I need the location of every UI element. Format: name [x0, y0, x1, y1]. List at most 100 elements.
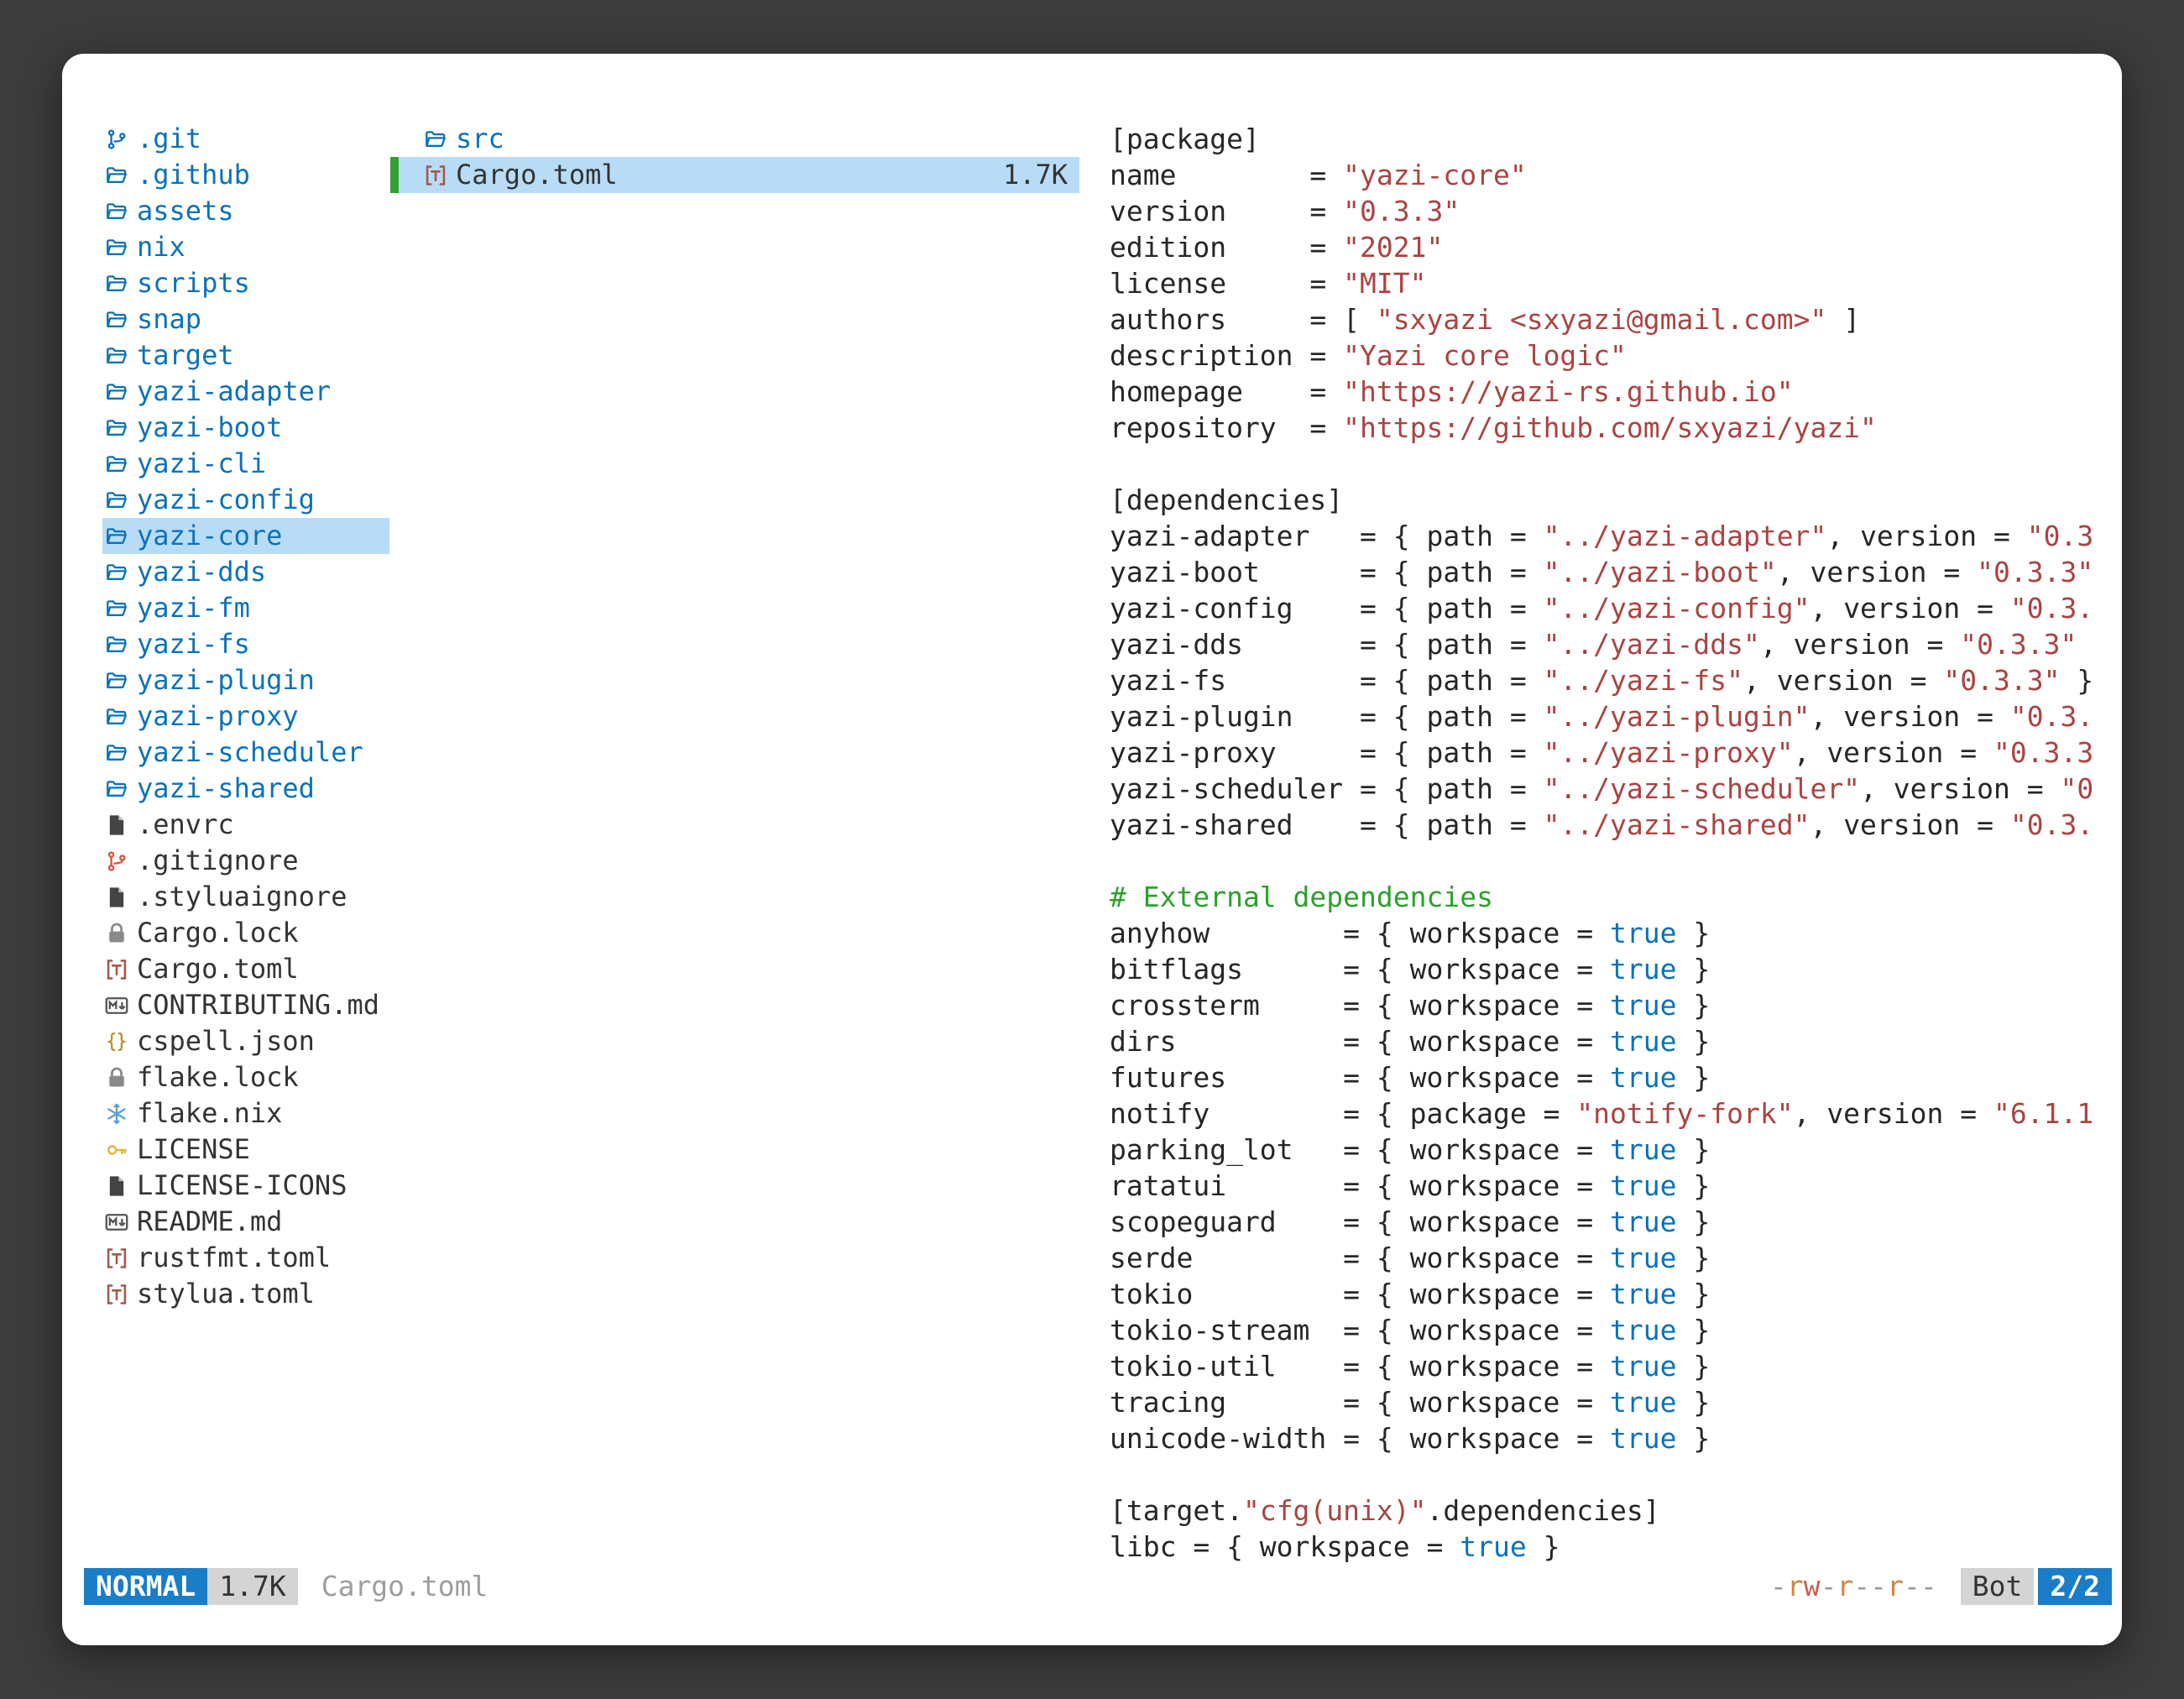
- preview-line: yazi-scheduler = { path = "../yazi-sched…: [1110, 771, 2113, 807]
- gitignore-icon: [105, 850, 137, 873]
- parent-file-row[interactable]: .envrc: [102, 807, 389, 843]
- file-name: target: [137, 337, 234, 374]
- parent-file-row[interactable]: .github: [102, 157, 389, 193]
- preview-line: [1110, 446, 2113, 482]
- parent-file-row[interactable]: snap: [102, 301, 389, 337]
- preview-line: anyhow = { workspace = true }: [1110, 915, 2113, 951]
- git-icon: [105, 128, 137, 151]
- file-name: .gitignore: [137, 843, 299, 879]
- file-name: Cargo.lock: [137, 915, 299, 951]
- preview-line: version = "0.3.3": [1110, 193, 2113, 229]
- current-file-row[interactable]: Cargo.toml 1.7K: [390, 157, 1079, 193]
- preview-line: yazi-proxy = { path = "../yazi-proxy", v…: [1110, 734, 2113, 771]
- file-name: yazi-shared: [137, 771, 315, 807]
- preview-line: futures = { workspace = true }: [1110, 1059, 2113, 1095]
- file-name: stylua.toml: [137, 1276, 315, 1312]
- parent-file-row[interactable]: yazi-shared: [102, 771, 389, 807]
- parent-file-row[interactable]: README.md: [102, 1204, 389, 1240]
- lock-icon: [105, 1066, 137, 1090]
- parent-file-row[interactable]: flake.nix: [102, 1095, 389, 1132]
- file-size: 1.7K: [1003, 157, 1068, 193]
- folder-icon: [105, 633, 137, 656]
- file-name: .envrc: [137, 807, 234, 843]
- file-name: Cargo.toml: [137, 951, 299, 987]
- parent-file-row[interactable]: yazi-dds: [102, 554, 389, 590]
- parent-file-row[interactable]: cspell.json: [102, 1023, 389, 1059]
- parent-file-row[interactable]: Cargo.lock: [102, 915, 389, 951]
- parent-file-row[interactable]: rustfmt.toml: [102, 1240, 389, 1276]
- preview-line: ratatui = { workspace = true }: [1110, 1168, 2113, 1204]
- preview-line: dirs = { workspace = true }: [1110, 1023, 2113, 1059]
- file-name: README.md: [137, 1204, 282, 1240]
- parent-file-row[interactable]: yazi-fm: [102, 590, 389, 626]
- preview-line: yazi-plugin = { path = "../yazi-plugin",…: [1110, 698, 2113, 734]
- file-name: yazi-boot: [137, 410, 282, 446]
- file-name: yazi-adapter: [137, 374, 331, 410]
- file-icon: [105, 1174, 137, 1198]
- parent-file-row[interactable]: CONTRIBUTING.md: [102, 987, 389, 1023]
- preview-line: unicode-width = { workspace = true }: [1110, 1420, 2113, 1456]
- file-name: yazi-cli: [137, 446, 266, 482]
- preview-line: homepage = "https://yazi-rs.github.io": [1110, 374, 2113, 410]
- preview-line: authors = [ "sxyazi <sxyazi@gmail.com>" …: [1110, 301, 2113, 337]
- parent-file-row[interactable]: stylua.toml: [102, 1276, 389, 1312]
- preview-line: yazi-adapter = { path = "../yazi-adapter…: [1110, 518, 2113, 554]
- toml-icon: [105, 1247, 137, 1270]
- file-name: yazi-config: [137, 482, 315, 518]
- parent-file-row[interactable]: assets: [102, 193, 389, 229]
- parent-file-row[interactable]: LICENSE-ICONS: [102, 1168, 389, 1204]
- file-name: cspell.json: [137, 1023, 315, 1059]
- parent-file-row[interactable]: Cargo.toml: [102, 951, 389, 987]
- markdown-icon: [105, 994, 137, 1017]
- folder-icon: [105, 741, 137, 765]
- file-name: Cargo.toml: [456, 157, 618, 193]
- preview-line: [1110, 843, 2113, 879]
- permissions-indicator: -rw-r--r--: [1770, 1568, 1937, 1605]
- folder-icon: [105, 380, 137, 404]
- parent-file-row[interactable]: .git: [102, 121, 389, 157]
- file-name: yazi-scheduler: [137, 734, 363, 771]
- parent-file-row[interactable]: yazi-core: [102, 518, 389, 554]
- file-name: src: [456, 121, 504, 157]
- parent-file-row[interactable]: yazi-boot: [102, 410, 389, 446]
- parent-file-row[interactable]: LICENSE: [102, 1132, 389, 1168]
- file-name: CONTRIBUTING.md: [137, 987, 379, 1023]
- preview-line: tokio = { workspace = true }: [1110, 1276, 2113, 1312]
- toml-icon: [424, 164, 456, 187]
- folder-icon: [105, 525, 137, 548]
- file-icon: [105, 886, 137, 909]
- parent-file-row[interactable]: .styluaignore: [102, 879, 389, 915]
- file-size-indicator: 1.7K: [207, 1568, 297, 1605]
- folder-icon: [105, 272, 137, 295]
- folder-icon: [424, 128, 456, 151]
- folder-icon: [105, 705, 137, 729]
- current-file-row[interactable]: src: [390, 121, 1079, 157]
- parent-file-row[interactable]: .gitignore: [102, 843, 389, 879]
- preview-line: yazi-shared = { path = "../yazi-shared",…: [1110, 807, 2113, 843]
- file-name: .github: [137, 157, 250, 193]
- parent-file-row[interactable]: yazi-adapter: [102, 374, 389, 410]
- preview-line: bitflags = { workspace = true }: [1110, 951, 2113, 987]
- parent-file-row[interactable]: yazi-cli: [102, 446, 389, 482]
- parent-file-row[interactable]: yazi-plugin: [102, 662, 389, 698]
- cursor-position-indicator: 2/2: [2038, 1568, 2112, 1605]
- file-name: yazi-fs: [137, 626, 250, 662]
- json-icon: [105, 1030, 137, 1053]
- file-name: snap: [137, 301, 201, 337]
- preview-line: [1110, 1456, 2113, 1493]
- file-name: nix: [137, 229, 185, 265]
- parent-file-row[interactable]: yazi-config: [102, 482, 389, 518]
- preview-line: yazi-fs = { path = "../yazi-fs", version…: [1110, 662, 2113, 698]
- folder-icon: [105, 236, 137, 259]
- preview-line: [target."cfg(unix)".dependencies]: [1110, 1493, 2113, 1529]
- parent-file-row[interactable]: nix: [102, 229, 389, 265]
- file-name: scripts: [137, 265, 250, 301]
- toml-icon: [105, 958, 137, 981]
- parent-file-row[interactable]: flake.lock: [102, 1059, 389, 1095]
- parent-file-row[interactable]: yazi-fs: [102, 626, 389, 662]
- parent-file-row[interactable]: target: [102, 337, 389, 374]
- preview-line: yazi-config = { path = "../yazi-config",…: [1110, 590, 2113, 626]
- parent-file-row[interactable]: scripts: [102, 265, 389, 301]
- parent-file-row[interactable]: yazi-proxy: [102, 698, 389, 734]
- parent-file-row[interactable]: yazi-scheduler: [102, 734, 389, 771]
